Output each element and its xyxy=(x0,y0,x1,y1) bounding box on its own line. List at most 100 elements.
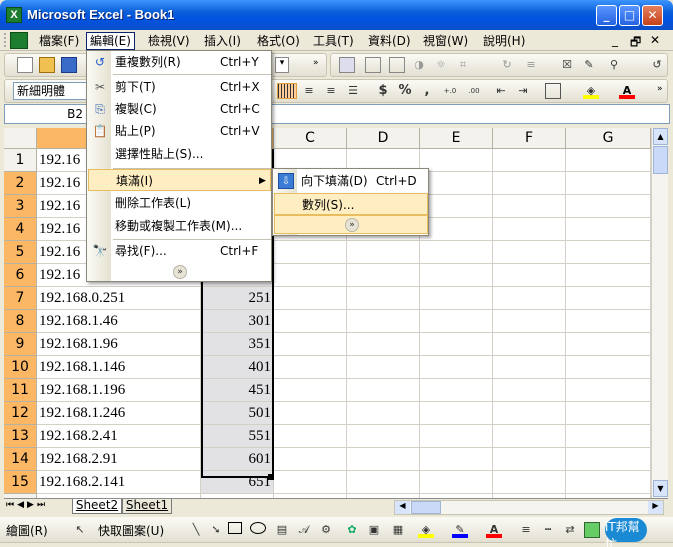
line-style-icon[interactable]: ≡ xyxy=(523,57,539,73)
cell-empty[interactable] xyxy=(420,448,493,471)
menu-insert[interactable]: 插入(I) xyxy=(201,32,244,50)
fill-color-icon[interactable]: ◈ xyxy=(583,83,599,99)
table-icon[interactable] xyxy=(389,57,405,73)
menu-grip[interactable] xyxy=(4,33,8,47)
cell-empty[interactable] xyxy=(566,310,651,333)
toolbar-options-icon-2[interactable]: » xyxy=(657,84,667,98)
chart-icon[interactable] xyxy=(365,57,381,73)
row-header[interactable]: 8 xyxy=(4,310,37,333)
row-header[interactable]: 14 xyxy=(4,448,37,471)
reset-picture-icon[interactable]: ↺ xyxy=(649,57,665,73)
fill-handle[interactable] xyxy=(268,474,274,480)
cell-empty[interactable] xyxy=(566,425,651,448)
row-header[interactable]: 4 xyxy=(4,218,37,241)
cell-empty[interactable] xyxy=(274,356,347,379)
cell-a[interactable]: 192.168.0.251 xyxy=(37,287,201,310)
cell-empty[interactable] xyxy=(420,149,493,172)
increase-indent-icon[interactable]: ⇥ xyxy=(515,83,531,99)
cell-empty[interactable] xyxy=(566,471,651,494)
col-header-c[interactable]: C xyxy=(274,128,347,149)
arrow-icon[interactable]: ➘ xyxy=(208,522,224,538)
menu-view[interactable]: 檢視(V) xyxy=(145,32,193,50)
format-picture-icon[interactable]: ✎ xyxy=(581,57,597,73)
cell-empty[interactable] xyxy=(347,448,420,471)
cell-empty[interactable] xyxy=(493,471,566,494)
scroll-up-arrow[interactable]: ▲ xyxy=(653,128,668,145)
save-icon[interactable] xyxy=(61,57,77,73)
new-icon[interactable] xyxy=(17,57,33,73)
cell-empty[interactable] xyxy=(274,448,347,471)
cell-empty[interactable] xyxy=(420,264,493,287)
image-icon[interactable]: ▦ xyxy=(390,522,406,538)
menu-item-series[interactable]: 數列(S)... xyxy=(274,193,428,215)
sheet-tab-sheet1[interactable]: Sheet1 xyxy=(122,499,172,514)
cell-empty[interactable] xyxy=(420,471,493,494)
horizontal-scrollbar[interactable]: ◀ ▶ xyxy=(394,500,664,515)
merge-center-icon[interactable] xyxy=(277,83,297,99)
decrease-decimal-button[interactable]: .00 +.0 xyxy=(463,83,485,111)
crop-icon[interactable]: ⌗ xyxy=(455,57,471,73)
cell-a[interactable]: 192.168.2.41 xyxy=(37,425,201,448)
cell-a[interactable]: 192.168.2.141 xyxy=(37,471,201,494)
cell-empty[interactable] xyxy=(566,333,651,356)
cell-a[interactable]: 192.168.1.146 xyxy=(37,356,201,379)
borders-icon[interactable] xyxy=(545,83,561,99)
clipart-icon[interactable]: ✿ xyxy=(344,522,360,538)
scroll-thumb[interactable] xyxy=(653,146,668,174)
diagram-icon[interactable]: ⚙ xyxy=(318,522,334,538)
cell-empty[interactable] xyxy=(566,241,651,264)
cell-empty[interactable] xyxy=(493,425,566,448)
cell-empty[interactable] xyxy=(566,218,651,241)
decrease-indent-icon[interactable]: ⇤ xyxy=(493,83,509,99)
close-button[interactable]: ✕ xyxy=(642,5,663,26)
cell-empty[interactable] xyxy=(274,264,347,287)
menu-tools[interactable]: 工具(T) xyxy=(310,32,357,50)
cell-b[interactable]: 651 xyxy=(201,471,274,494)
insert-picture-icon[interactable]: ▣ xyxy=(366,522,382,538)
row-header[interactable]: 6 xyxy=(4,264,37,287)
vertical-scrollbar[interactable]: ▲ ▼ xyxy=(651,128,668,498)
cell-empty[interactable] xyxy=(347,471,420,494)
cell-empty[interactable] xyxy=(493,379,566,402)
cell-b[interactable]: 401 xyxy=(201,356,274,379)
cell-empty[interactable] xyxy=(274,425,347,448)
menu-item-paste[interactable]: 📋 貼上(P) Ctrl+V xyxy=(88,120,271,142)
expand-menu-chevron-icon[interactable]: » xyxy=(173,265,187,279)
cell-empty[interactable] xyxy=(347,241,420,264)
dash-style-icon[interactable]: ┅ xyxy=(540,522,556,538)
col-header-g[interactable]: G xyxy=(566,128,651,149)
menu-item-move-copy-sheet[interactable]: 移動或複製工作表(M)... xyxy=(88,215,271,237)
doc-icon[interactable] xyxy=(10,32,28,49)
cell-empty[interactable] xyxy=(493,356,566,379)
menu-edit[interactable]: 編輯(E) xyxy=(86,32,135,50)
row-header[interactable]: 13 xyxy=(4,425,37,448)
cell-empty[interactable] xyxy=(274,402,347,425)
cell-empty[interactable] xyxy=(566,195,651,218)
cell-b[interactable]: 351 xyxy=(201,333,274,356)
percent-button[interactable]: % xyxy=(397,83,413,99)
select-objects-icon[interactable]: ↖ xyxy=(72,522,88,538)
cell-empty[interactable] xyxy=(493,402,566,425)
row-header[interactable]: 1 xyxy=(4,149,37,172)
cell-empty[interactable] xyxy=(274,333,347,356)
oval-icon[interactable] xyxy=(250,522,266,534)
cell-empty[interactable] xyxy=(420,402,493,425)
cell-empty[interactable] xyxy=(493,448,566,471)
cell-empty[interactable] xyxy=(420,425,493,448)
cell-b[interactable]: 251 xyxy=(201,287,274,310)
line-color-icon[interactable]: ✎ xyxy=(452,522,468,538)
cell-empty[interactable] xyxy=(347,402,420,425)
row-header[interactable]: 2 xyxy=(4,172,37,195)
scroll-down-arrow[interactable]: ▼ xyxy=(653,480,668,497)
cell-empty[interactable] xyxy=(347,264,420,287)
cell-empty[interactable] xyxy=(566,264,651,287)
cell-empty[interactable] xyxy=(493,333,566,356)
cell-b[interactable]: 301 xyxy=(201,310,274,333)
menu-file[interactable]: 檔案(F) xyxy=(36,32,82,50)
row-header[interactable]: 9 xyxy=(4,333,37,356)
cell-empty[interactable] xyxy=(493,195,566,218)
cell-empty[interactable] xyxy=(347,287,420,310)
row-header[interactable]: 7 xyxy=(4,287,37,310)
menu-item-paste-special[interactable]: 選擇性貼上(S)... xyxy=(88,143,271,165)
scroll-left-arrow[interactable]: ◀ xyxy=(395,501,410,514)
